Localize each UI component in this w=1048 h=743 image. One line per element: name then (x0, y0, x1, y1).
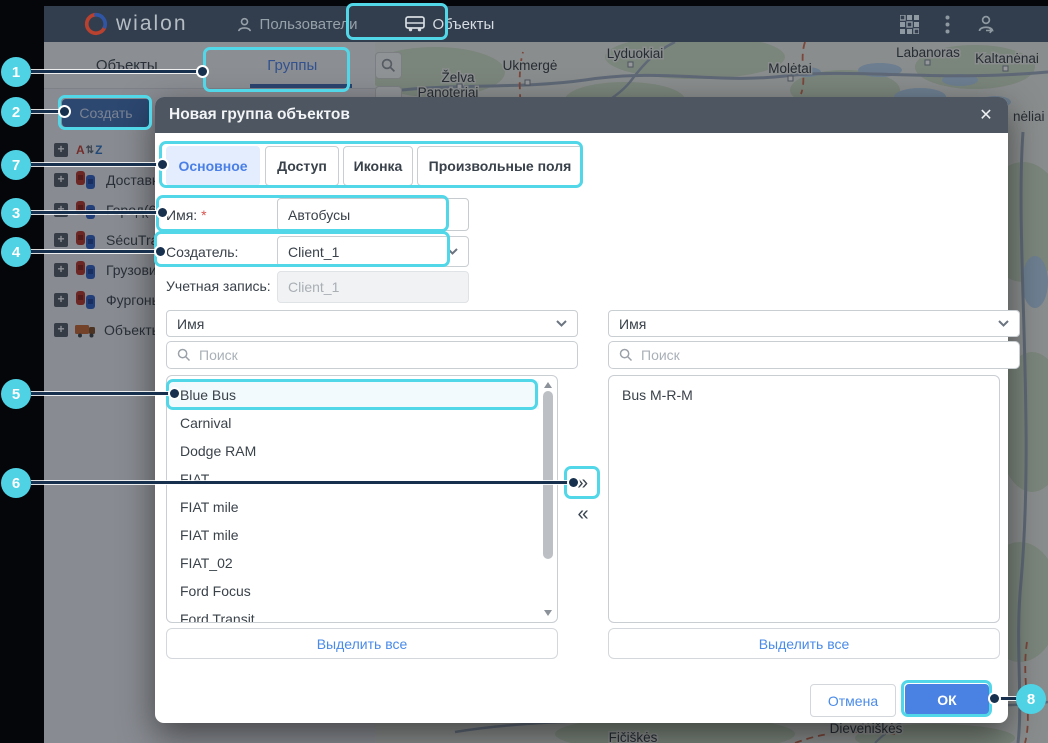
apps-grid-icon[interactable] (900, 15, 919, 34)
modal-tab-label: Произвольные поля (429, 158, 572, 174)
double-chevron-right-icon: » (577, 472, 588, 495)
annotation-line-3 (31, 211, 161, 214)
annotation-badge-4: 4 (1, 237, 31, 267)
list-item[interactable]: Ford Transit (168, 605, 539, 623)
right-search-input[interactable] (639, 346, 1009, 364)
modal-tab-icon[interactable]: Иконка (343, 146, 413, 186)
modal-tab-label: Доступ (277, 158, 327, 174)
list-item[interactable]: Carnival (168, 409, 539, 437)
scroll-down-icon[interactable] (544, 610, 552, 616)
scrollbar-thumb[interactable] (543, 391, 553, 559)
creator-select[interactable]: Client_1 (277, 236, 469, 267)
account-field-label: Учетная запись: (166, 278, 271, 294)
user-icon (236, 16, 253, 33)
annotation-line-2 (31, 110, 62, 113)
annotation-badge-5: 5 (1, 379, 31, 409)
modal-title: Новая группа объектов (169, 106, 350, 124)
select-all-label: Выделить все (317, 636, 408, 652)
annotation-badge-8: 8 (1016, 684, 1046, 714)
list-item[interactable]: FIAT (168, 465, 539, 493)
right-select-all-button[interactable]: Выделить все (608, 628, 1000, 659)
annotation-dot (990, 694, 999, 703)
left-sort-value: Имя (177, 316, 556, 332)
search-icon (177, 348, 191, 362)
name-input[interactable] (277, 198, 469, 231)
modal-header: Новая группа объектов (155, 97, 1008, 133)
ok-label: ОК (937, 692, 956, 708)
wialon-logo: wialon (84, 12, 188, 36)
left-search (166, 341, 578, 369)
list-item[interactable]: Dodge RAM (168, 437, 539, 465)
annotation-line-5 (31, 392, 173, 395)
chevron-down-icon (998, 320, 1009, 327)
scrollbar[interactable] (541, 378, 555, 620)
account-input (277, 271, 469, 303)
annotation-dot (158, 208, 167, 217)
name-field-label: Имя:* (166, 207, 207, 223)
cancel-button[interactable]: Отмена (810, 684, 896, 717)
right-search (608, 341, 1020, 369)
chevron-down-icon (447, 248, 458, 255)
left-select-all-button[interactable]: Выделить все (166, 628, 558, 659)
list-item[interactable]: FIAT mile (168, 493, 539, 521)
required-mark: * (201, 207, 206, 223)
annotation-badge-6: 6 (1, 468, 31, 498)
new-group-modal: Новая группа объектов ✕ Основное Доступ … (155, 97, 1008, 723)
modal-tab-label: Иконка (354, 158, 403, 174)
right-sort-value: Имя (619, 316, 998, 332)
list-item[interactable]: Ford Focus (168, 577, 539, 605)
close-icon[interactable]: ✕ (976, 105, 996, 125)
list-item[interactable]: FIAT_02 (168, 549, 539, 577)
annotation-badge-1: 1 (1, 57, 31, 87)
list-item-selected[interactable]: Blue Bus (168, 381, 539, 409)
annotation-dot (170, 389, 179, 398)
chevron-down-icon (556, 320, 567, 327)
kebab-menu-icon[interactable] (945, 15, 950, 34)
annotation-dot (569, 478, 578, 487)
available-units-list: Blue Bus Carnival Dodge RAM FIAT FIAT mi… (166, 375, 558, 623)
scroll-up-icon[interactable] (544, 382, 552, 388)
creator-select-value: Client_1 (288, 244, 447, 260)
wialon-logo-icon (84, 12, 108, 36)
nav-item-units[interactable]: Объекты (405, 16, 494, 33)
modal-tab-access[interactable]: Доступ (265, 146, 339, 186)
brand-name: wialon (116, 12, 188, 36)
ok-button[interactable]: ОК (905, 684, 989, 715)
select-all-label: Выделить все (759, 636, 850, 652)
annotation-badge-7: 7 (1, 150, 31, 180)
switch-user-icon[interactable] (976, 14, 996, 34)
cancel-label: Отмена (828, 693, 878, 709)
annotation-dot (158, 160, 167, 169)
annotation-dot (198, 67, 207, 76)
double-chevron-left-icon: « (577, 503, 588, 526)
left-sort-select[interactable]: Имя (166, 310, 578, 337)
annotation-dot (156, 247, 165, 256)
list-item[interactable]: FIAT mile (168, 521, 539, 549)
search-icon (619, 348, 633, 362)
right-sort-select[interactable]: Имя (608, 310, 1020, 337)
modal-tab-general[interactable]: Основное (166, 146, 260, 186)
list-item[interactable]: Bus M-R-M (610, 381, 998, 409)
creator-field-label: Создатель: (166, 244, 238, 260)
left-search-input[interactable] (197, 346, 567, 364)
move-left-button[interactable]: « (569, 500, 597, 528)
annotation-line-4 (31, 250, 159, 253)
annotation-badge-2: 2 (1, 97, 31, 127)
annotation-badge-3: 3 (1, 198, 31, 228)
annotation-line-1 (31, 70, 203, 73)
nav-item-users[interactable]: Пользователи (236, 16, 358, 33)
annotation-line-8 (996, 697, 1018, 700)
top-navbar: wialon Пользователи Объекты (44, 6, 1048, 42)
annotation-line-7 (31, 163, 161, 166)
modal-tab-label: Основное (178, 158, 247, 174)
selected-units-list: Bus M-R-M (608, 375, 1000, 623)
annotation-line-6 (31, 481, 573, 484)
modal-tab-custom-fields[interactable]: Произвольные поля (417, 146, 583, 186)
nav-users-label: Пользователи (260, 16, 358, 33)
bus-icon (405, 16, 425, 32)
nav-units-label: Объекты (432, 16, 494, 33)
annotation-dot (60, 107, 69, 116)
